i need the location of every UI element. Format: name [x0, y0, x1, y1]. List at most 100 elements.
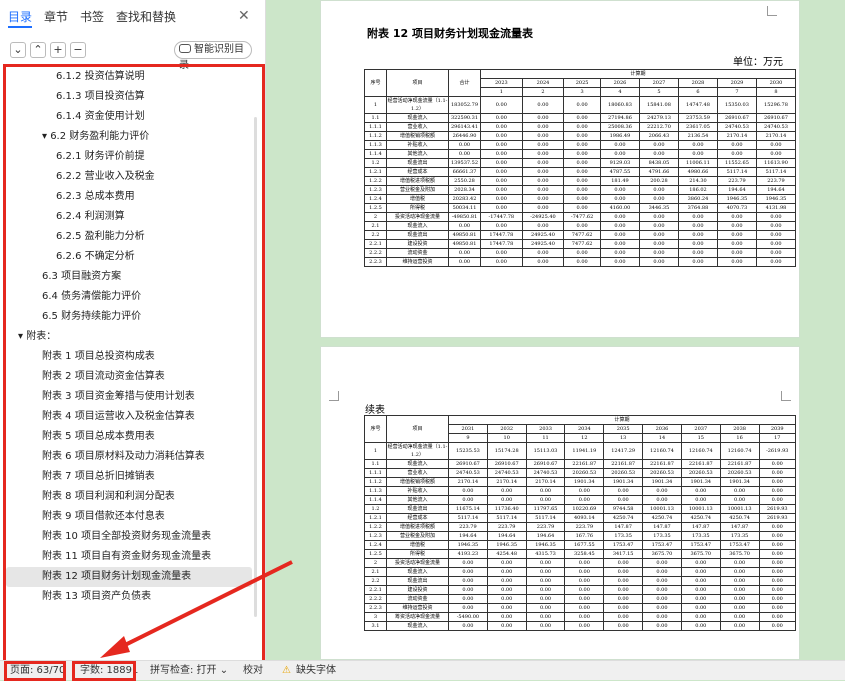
- tab-find-replace[interactable]: 查找和替换: [116, 8, 176, 28]
- table-cell: 223.79: [525, 522, 566, 532]
- outline-item[interactable]: 附表 1 项目总投资构成表: [6, 347, 262, 367]
- table-cell: 4254.48: [486, 549, 527, 559]
- outline-item[interactable]: 6.2.2 营业收入及税金: [6, 167, 262, 187]
- table-row: 2.2 现金流出 0.00 0.00 0.00 0.00 0.00 0.00 0.00 0.00 0…: [364, 576, 796, 586]
- smart-recognize-button[interactable]: 智能识别目录: [174, 41, 252, 71]
- table-cell: 223.79: [486, 522, 527, 532]
- close-icon[interactable]: ✕: [238, 8, 250, 24]
- outline-item[interactable]: 附表 4 项目运营收入及税金估算表: [6, 407, 262, 427]
- outline-item[interactable]: 附表 8 项目利润和利润分配表: [6, 487, 262, 507]
- table-cell: 0.00: [719, 621, 760, 631]
- table-cell: 0.00: [563, 203, 601, 213]
- outline-toolbar: ⌄ ⌃ + −: [10, 42, 86, 58]
- outline-item[interactable]: 附表 6 项目原材料及动力消耗估算表: [6, 447, 262, 467]
- outline-item[interactable]: 附表 11 项目自有资金财务现金流量表: [6, 547, 262, 567]
- table-cell: 20283.42: [448, 194, 481, 204]
- outline-item[interactable]: ▾ 6.2 财务盈利能力评价: [6, 127, 262, 147]
- spell-check[interactable]: 拼写检查: 打开 ⌄: [150, 661, 228, 680]
- table-cell: 0.00: [599, 140, 640, 150]
- outline-item[interactable]: 6.2.4 利润测算: [6, 207, 262, 227]
- table-cell: 9744.58: [603, 504, 644, 514]
- outline-item[interactable]: 附表 12 项目财务计划现金流量表: [6, 567, 252, 587]
- table-cell: 0.00: [638, 149, 679, 159]
- table-cell: 7: [716, 87, 757, 97]
- table-cell: 1946.35: [755, 194, 797, 204]
- outline-item[interactable]: 附表 7 项目总折旧摊销表: [6, 467, 262, 487]
- outline-item[interactable]: 6.5 财务持续能力评价: [6, 307, 262, 327]
- table-cell: 0.00: [486, 558, 527, 568]
- tab-chapters[interactable]: 章节: [44, 8, 68, 28]
- table-cell: 4791.66: [638, 167, 679, 177]
- table-cell: 现金流入: [386, 621, 449, 631]
- outline-item[interactable]: 6.2.5 盈利能力分析: [6, 227, 262, 247]
- outline-item[interactable]: 6.3 项目融资方案: [6, 267, 262, 287]
- table-cell: 现金流出: [386, 576, 449, 586]
- proofread[interactable]: 校对: [243, 661, 263, 680]
- outline-item[interactable]: 附表 10 项目全部投资财务现金流量表: [6, 527, 262, 547]
- table-cell: 0.00: [719, 603, 760, 613]
- table-cell: 0.00: [563, 113, 601, 123]
- outline-item[interactable]: 附表 13 项目资产负债表: [6, 587, 262, 607]
- table-cell: 0.00: [564, 558, 605, 568]
- table-cell: 3417.15: [603, 549, 644, 559]
- table-cell: 26910.67: [448, 459, 488, 469]
- table-cell: 0.00: [758, 558, 796, 568]
- table-cell: 筹资活动净现金流量: [386, 612, 449, 622]
- table-cell: 序号: [364, 69, 387, 97]
- table-cell: 2024: [521, 78, 565, 88]
- outline-item[interactable]: 附表 5 项目总成本费用表: [6, 427, 262, 447]
- table-cell: 0.00: [758, 603, 796, 613]
- remove-heading-button[interactable]: −: [70, 42, 86, 58]
- table-cell: 所得税: [386, 549, 449, 559]
- table-cell: 26910.67: [486, 459, 527, 469]
- table-cell: 0.00: [638, 212, 679, 222]
- table-cell: 14: [642, 433, 682, 443]
- outline-item[interactable]: 6.1.4 资金使用计划: [6, 107, 262, 127]
- table-cell: 2.1: [364, 567, 387, 577]
- table-cell: 0.00: [448, 221, 481, 231]
- table-cell: 0.00: [677, 140, 718, 150]
- table-cell: 22161.87: [603, 459, 644, 469]
- navigation-pane: 目录 章节 书签 查找和替换 ✕ ⌄ ⌃ + − 智能识别目录 6.1.2 投资…: [0, 0, 266, 676]
- outline-item[interactable]: 附表 2 项目流动资金估算表: [6, 367, 262, 387]
- table-cell: 0.00: [521, 158, 565, 168]
- table-cell: 0.00: [638, 221, 679, 231]
- table-cell: 0.00: [564, 621, 605, 631]
- outline-item[interactable]: 6.2.1 财务评价前提: [6, 147, 262, 167]
- page-corner-mark: [767, 6, 777, 16]
- table-cell: 0.00: [599, 194, 640, 204]
- table-cell: 4070.73: [716, 203, 757, 213]
- outline-item[interactable]: ▾ 附表：: [6, 327, 262, 347]
- table-cell: 4093.14: [564, 513, 605, 523]
- table-cell: 1.1.3: [364, 140, 387, 150]
- missing-fonts[interactable]: 缺失字体: [296, 661, 336, 680]
- table-cell: 11941.19: [564, 442, 605, 460]
- expand-button[interactable]: ⌃: [30, 42, 46, 58]
- outline-item[interactable]: 6.2.6 不确定分析: [6, 247, 262, 267]
- tab-contents[interactable]: 目录: [8, 8, 33, 28]
- table-cell: 3.1: [364, 621, 387, 631]
- outline-scrollbar[interactable]: [254, 117, 257, 617]
- table-cell: 0.00: [677, 221, 718, 231]
- table-cell: 增值税销项税额: [386, 131, 449, 141]
- tab-bookmarks[interactable]: 书签: [80, 8, 104, 28]
- table-cell: 173.35: [603, 531, 644, 541]
- outline-item[interactable]: 6.1.2 投资估算说明: [6, 67, 262, 87]
- table-cell: 0.00: [525, 576, 566, 586]
- outline-item[interactable]: 附表 9 项目借款还本付息表: [6, 507, 262, 527]
- table-cell: 0.00: [599, 212, 640, 222]
- outline-item[interactable]: 6.2.3 总成本费用: [6, 187, 262, 207]
- collapse-button[interactable]: ⌄: [10, 42, 26, 58]
- outline-list[interactable]: 6.1.2 投资估算说明 6.1.3 项目投资估算 6.1.4 资金使用计划 ▾ 6.…: [3, 64, 265, 676]
- outline-item[interactable]: 附表 3 项目资金筹措与使用计划表: [6, 387, 262, 407]
- table-cell: 计算期: [480, 69, 796, 79]
- table-cell: 现金流入: [386, 459, 449, 469]
- add-heading-button[interactable]: +: [50, 42, 66, 58]
- table-cell: 0.00: [719, 594, 760, 604]
- table-cell: 0.00: [603, 558, 644, 568]
- table-cell: 0.00: [563, 257, 601, 267]
- table-cell: 22161.87: [642, 459, 682, 469]
- table-cell: 0.00: [758, 585, 796, 595]
- outline-item[interactable]: 6.1.3 项目投资估算: [6, 87, 262, 107]
- outline-item[interactable]: 6.4 债务清偿能力评价: [6, 287, 262, 307]
